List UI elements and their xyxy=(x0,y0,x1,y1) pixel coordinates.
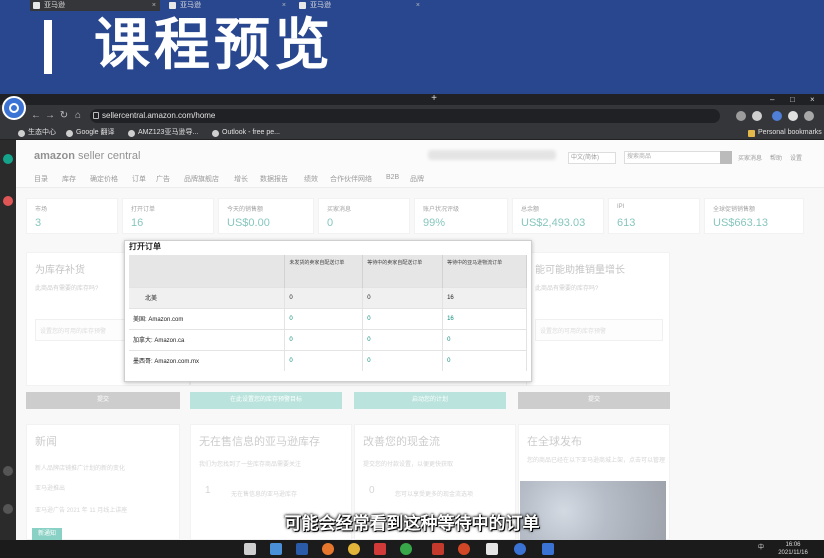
tab-label: 亚马逊 xyxy=(310,2,331,9)
star-icon[interactable] xyxy=(752,111,762,121)
powerpoint-icon[interactable] xyxy=(458,543,470,555)
help-icon[interactable] xyxy=(3,466,13,476)
column-header: 等待中的卖家自配送订单 xyxy=(362,255,444,287)
new-tab-button[interactable]: + xyxy=(428,94,440,105)
personal-bookmarks-folder[interactable]: Personal bookmarks xyxy=(748,127,822,139)
bookmark-item[interactable]: 生态中心 xyxy=(18,127,56,139)
table-header-row: 未发货的卖家自配送订单 等待中的卖家自配送订单 等待中的亚马逊物流订单 xyxy=(129,255,527,287)
tab-strip xyxy=(0,94,824,105)
bookmark-item[interactable]: Outlook - free pe... xyxy=(212,127,280,139)
tab-close-icon[interactable]: × xyxy=(416,0,420,11)
close-window-button[interactable]: × xyxy=(810,94,815,105)
tab-label: 亚马逊 xyxy=(44,2,65,9)
profile-icon[interactable] xyxy=(804,111,814,121)
bookmarks-bar xyxy=(0,126,824,140)
sidebar-app-icon[interactable] xyxy=(3,196,13,206)
table-row: 美国: Amazon.com 0 0 16 xyxy=(129,307,527,329)
open-orders-table: 未发货的卖家自配送订单 等待中的卖家自配送订单 等待中的亚马逊物流订单 北美 0… xyxy=(129,255,527,371)
popup-title: 打开订单 xyxy=(129,242,161,251)
browser-tab[interactable]: 亚马逊 × xyxy=(30,0,160,11)
extension-logo-icon[interactable] xyxy=(2,96,26,120)
app-icon[interactable] xyxy=(432,543,444,555)
bookmark-item[interactable]: AMZ123亚马逊导... xyxy=(128,127,198,139)
browser-tab[interactable]: 亚马逊 × xyxy=(296,0,424,11)
amazon-favicon-icon xyxy=(299,2,306,9)
app-icon[interactable] xyxy=(542,543,554,555)
amazon-favicon-icon xyxy=(169,2,176,9)
table-row: 墨西哥: Amazon.com.mx 0 0 0 xyxy=(129,349,527,371)
amazon-favicon-icon xyxy=(33,2,40,9)
firefox-icon[interactable] xyxy=(322,543,334,555)
browser-tab[interactable]: 亚马逊 × xyxy=(166,0,290,11)
screen: 课程预览 亚马逊 × 亚马逊 × 亚马逊 × + – □ × ← → ↻ ⌂ s… xyxy=(0,0,824,558)
sidebar-app-icon[interactable] xyxy=(3,154,13,164)
tab-close-icon[interactable]: × xyxy=(282,0,286,11)
column-header xyxy=(129,255,286,287)
extension-sidebar xyxy=(0,140,16,540)
chrome-icon[interactable] xyxy=(348,543,360,555)
video-subtitle: 可能会经常看到这种等待中的订单 xyxy=(284,514,540,534)
back-button[interactable]: ← xyxy=(30,110,42,122)
windows-taskbar xyxy=(0,540,824,558)
table-row: 加拿大: Amazon.ca 0 0 0 xyxy=(129,328,527,350)
lock-icon xyxy=(93,112,99,119)
bookmark-item[interactable]: Google 翻译 xyxy=(66,127,115,139)
open-orders-popup: 打开订单 未发货的卖家自配送订单 等待中的卖家自配送订单 等待中的亚马逊物流订单… xyxy=(124,240,532,382)
wechat-icon[interactable] xyxy=(400,543,412,555)
bookmark-icon xyxy=(212,130,219,137)
folder-icon xyxy=(748,130,755,137)
forward-button[interactable]: → xyxy=(44,110,56,122)
start-icon[interactable] xyxy=(244,543,256,555)
file-explorer-icon[interactable] xyxy=(270,543,282,555)
browser-app-icon[interactable] xyxy=(514,543,526,555)
extension-icon[interactable] xyxy=(788,111,798,121)
system-clock[interactable]: 16:06 2021/11/16 xyxy=(770,541,816,557)
url-text: sellercentral.amazon.com/home xyxy=(102,111,216,120)
reload-button[interactable]: ↻ xyxy=(58,110,70,122)
bookmark-icon xyxy=(128,130,135,137)
app-icon[interactable] xyxy=(486,543,498,555)
bookmark-icon xyxy=(18,130,25,137)
extension-icon[interactable] xyxy=(736,111,746,121)
clock-date: 2021/11/16 xyxy=(778,550,808,556)
clock-time: 16:06 xyxy=(785,542,801,548)
seller-central-page: amazon seller central 中文(简体) 搜索商品 买家消息 帮… xyxy=(16,140,824,540)
photoshop-icon[interactable] xyxy=(296,543,308,555)
maximize-button[interactable]: □ xyxy=(790,94,795,105)
tab-close-icon[interactable]: × xyxy=(152,0,156,11)
extension-icon[interactable] xyxy=(772,111,782,121)
app-icon[interactable] xyxy=(374,543,386,555)
table-row: 北美 0 0 16 xyxy=(129,286,527,308)
banner-title: 课程预览 xyxy=(94,13,334,78)
tab-label: 亚马逊 xyxy=(180,2,201,9)
banner-accent-bar xyxy=(44,20,52,74)
column-header: 等待中的亚马逊物流订单 xyxy=(442,255,527,287)
column-header: 未发货的卖家自配送订单 xyxy=(284,255,364,287)
minimize-button[interactable]: – xyxy=(770,94,774,105)
input-method-indicator[interactable]: 中 xyxy=(758,544,764,552)
course-banner: 课程预览 xyxy=(0,0,824,94)
home-button[interactable]: ⌂ xyxy=(72,110,84,122)
address-bar[interactable]: sellercentral.amazon.com/home xyxy=(90,109,720,123)
bookmark-icon xyxy=(66,130,73,137)
